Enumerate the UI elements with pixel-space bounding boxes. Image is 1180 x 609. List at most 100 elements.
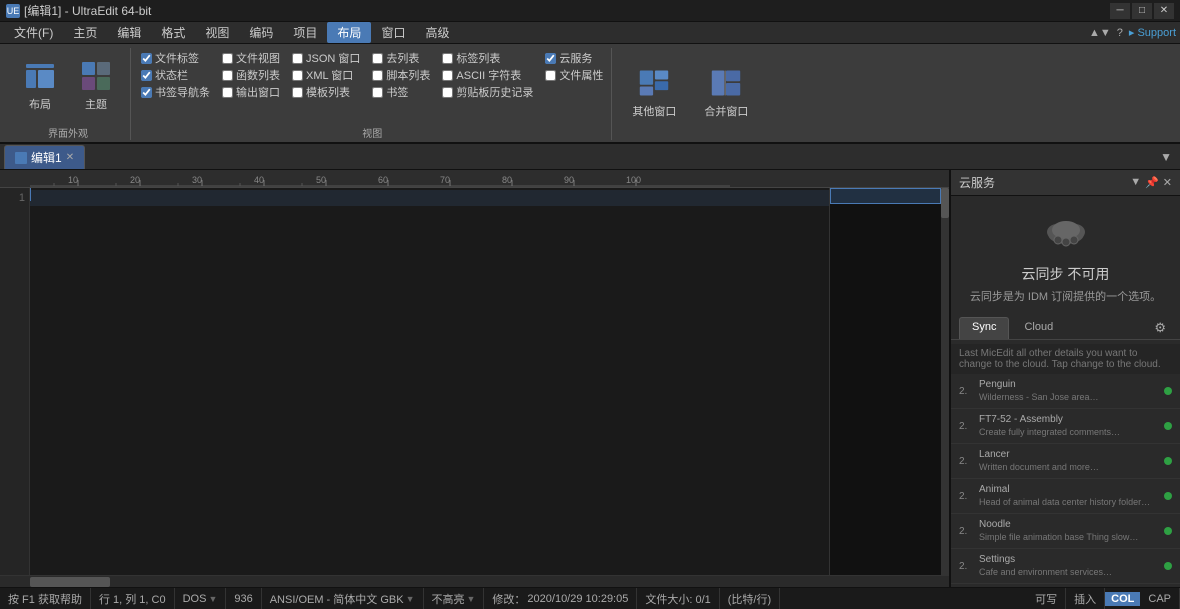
cloud-dock-icon[interactable]: 📌: [1145, 176, 1159, 189]
layout-button[interactable]: 布局: [14, 54, 66, 118]
checkbox-tab-list[interactable]: 标签列表: [442, 50, 533, 66]
cloud-item-text-4: AnimalHead of animal data center history…: [979, 483, 1158, 509]
title-bar-controls: ─ □ ✕: [1110, 3, 1174, 19]
other-windows-button[interactable]: 其他窗口: [622, 61, 686, 125]
status-filesize-text: 文件大小: 0/1: [645, 591, 710, 607]
menu-project[interactable]: 项目: [283, 22, 327, 43]
menu-window[interactable]: 窗口: [371, 22, 415, 43]
menu-advanced[interactable]: 高级: [415, 22, 459, 43]
ribbon-checkboxes-col2: 文件视图 函数列表 输出窗口: [222, 48, 280, 123]
menu-file[interactable]: 文件(F): [4, 22, 63, 43]
ruler-ticks: [30, 170, 730, 188]
status-ratio-text: (比特/行): [728, 591, 771, 607]
menu-home[interactable]: 主页: [63, 22, 107, 43]
minimap-scrollbar[interactable]: [941, 188, 949, 575]
cloud-item-5: 2. NoodleSimple file animation base Thin…: [951, 514, 1180, 549]
cloud-item-text-6: SettingsCafe and environment services…: [979, 553, 1158, 579]
cloud-item-7: 2. Terraform & UpgradeAll environments a…: [951, 584, 1180, 587]
status-modified-label: 修改：: [492, 591, 525, 607]
status-encoding-dropdown[interactable]: ANSI/OEM - 简体中文 GBK ▼: [270, 591, 415, 607]
status-highlight[interactable]: 不高亮 ▼: [424, 588, 485, 609]
checkbox-file-props[interactable]: 文件属性: [545, 67, 603, 83]
checkbox-template[interactable]: 模板列表: [292, 84, 360, 100]
cloud-item-status-1: [1164, 387, 1172, 395]
cloud-tab-sync[interactable]: Sync: [959, 317, 1009, 339]
cloud-header-note: Last MicEdit all other details you want …: [951, 344, 1180, 374]
ribbon-checkboxes-col4: 去列表 脚本列表 书签: [372, 48, 430, 123]
checkbox-file-tabs[interactable]: 文件标签: [141, 50, 210, 66]
cloud-panel-header: 云服务 ▼ 📌 ✕: [951, 170, 1180, 196]
menu-encoding[interactable]: 编码: [239, 22, 283, 43]
minimap-thumb: [941, 188, 949, 218]
cloud-settings-icon[interactable]: ⚙: [1148, 317, 1172, 339]
cloud-pin-icon[interactable]: ▼: [1130, 176, 1141, 189]
status-encoding-num-text: 936: [234, 593, 252, 605]
checkbox-xml[interactable]: XML 窗口: [292, 67, 360, 83]
h-scrollbar[interactable]: [0, 575, 949, 587]
editor-minimap: [829, 188, 949, 575]
checkbox-func-list[interactable]: 函数列表: [222, 67, 280, 83]
cloud-tab-cloud[interactable]: Cloud: [1011, 317, 1066, 339]
status-bar: 按 F1 获取帮助 行 1, 列 1, C0 DOS ▼ 936 ANSI/OE…: [0, 587, 1180, 609]
cloud-item-status-3: [1164, 457, 1172, 465]
layout-label: 布局: [29, 96, 51, 112]
menu-format[interactable]: 格式: [151, 22, 195, 43]
h-scrollbar-thumb[interactable]: [30, 577, 110, 587]
menu-layout[interactable]: 布局: [327, 22, 371, 43]
status-ratio: (比特/行): [720, 588, 780, 609]
checkbox-bookmark[interactable]: 书签: [372, 84, 430, 100]
checkbox-cloud[interactable]: 云服务: [545, 50, 603, 66]
checkbox-json[interactable]: JSON 窗口: [292, 50, 360, 66]
theme-button[interactable]: 主题: [70, 54, 122, 118]
status-encoding[interactable]: ANSI/OEM - 简体中文 GBK ▼: [262, 588, 424, 609]
status-insert-text: 插入: [1074, 591, 1096, 607]
editor-text-container: [30, 188, 829, 575]
close-button[interactable]: ✕: [1154, 3, 1174, 19]
cloud-item-1: 2. PenguinWilderness - San Jose area…: [951, 374, 1180, 409]
status-position: 行 1, 列 1, C0: [91, 588, 175, 609]
status-encoding-value: ANSI/OEM - 简体中文 GBK: [270, 591, 404, 607]
menu-support[interactable]: ▸ Support: [1129, 26, 1176, 39]
tab-close-button[interactable]: ✕: [66, 152, 74, 163]
ruler-inner: 10 20 30 40 50 60 70 80 90 100: [30, 170, 949, 187]
status-line-ending-dropdown[interactable]: DOS ▼: [183, 593, 218, 605]
checkbox-bookmark-nav[interactable]: 书签导航条: [141, 84, 210, 100]
cloud-close-icon[interactable]: ✕: [1163, 176, 1172, 189]
line-numbers: 1: [0, 188, 30, 575]
status-col-badge: COL: [1105, 592, 1140, 606]
checkbox-statusbar[interactable]: 状态栏: [141, 67, 210, 83]
app-icon: UE: [6, 4, 20, 18]
status-writable: 可写: [1027, 588, 1066, 609]
tab-label: 编辑1: [31, 149, 62, 166]
checkbox-clipboard[interactable]: 剪贴板历史记录: [442, 84, 533, 100]
checkbox-goto[interactable]: 去列表: [372, 50, 430, 66]
checkbox-output[interactable]: 输出窗口: [222, 84, 280, 100]
status-help: 按 F1 获取帮助: [0, 588, 91, 609]
menu-edit[interactable]: 编辑: [107, 22, 151, 43]
cloud-item-text-3: LancerWritten document and more…: [979, 448, 1158, 474]
checkbox-ascii[interactable]: ASCII 字符表: [442, 67, 533, 83]
maximize-button[interactable]: □: [1132, 3, 1152, 19]
menu-view[interactable]: 视图: [195, 22, 239, 43]
ruler: 10 20 30 40 50 60 70 80 90 100: [0, 170, 949, 188]
cloud-item-status-4: [1164, 492, 1172, 500]
title-bar-left: UE [编辑1] - UltraEdit 64-bit: [6, 2, 151, 19]
cloud-item-num-2: 2.: [959, 421, 973, 432]
status-highlight-dropdown[interactable]: 不高亮 ▼: [432, 591, 476, 607]
status-line-ending[interactable]: DOS ▼: [175, 588, 227, 609]
status-insert[interactable]: 插入: [1066, 588, 1105, 609]
cloud-item-text-2: FT7-52 - AssemblyCreate fully integrated…: [979, 413, 1158, 439]
checkbox-file-view[interactable]: 文件视图: [222, 50, 280, 66]
editor-tab-1[interactable]: 编辑1 ✕: [4, 145, 85, 169]
minimize-button[interactable]: ─: [1110, 3, 1130, 19]
tab-dropdown-arrow[interactable]: ▼: [1156, 150, 1176, 164]
checkbox-script[interactable]: 脚本列表: [372, 67, 430, 83]
cloud-item-num-3: 2.: [959, 456, 973, 467]
editor-textarea[interactable]: [30, 188, 829, 575]
cloud-item-text-1: PenguinWilderness - San Jose area…: [979, 378, 1158, 404]
tab-bar: 编辑1 ✕ ▼: [0, 144, 1180, 170]
merge-windows-button[interactable]: 合并窗口: [694, 61, 758, 125]
cloud-item-3: 2. LancerWritten document and more…: [951, 444, 1180, 479]
cloud-tabs: Sync Cloud ⚙: [951, 313, 1180, 340]
status-line-ending-arrow: ▼: [208, 594, 217, 604]
